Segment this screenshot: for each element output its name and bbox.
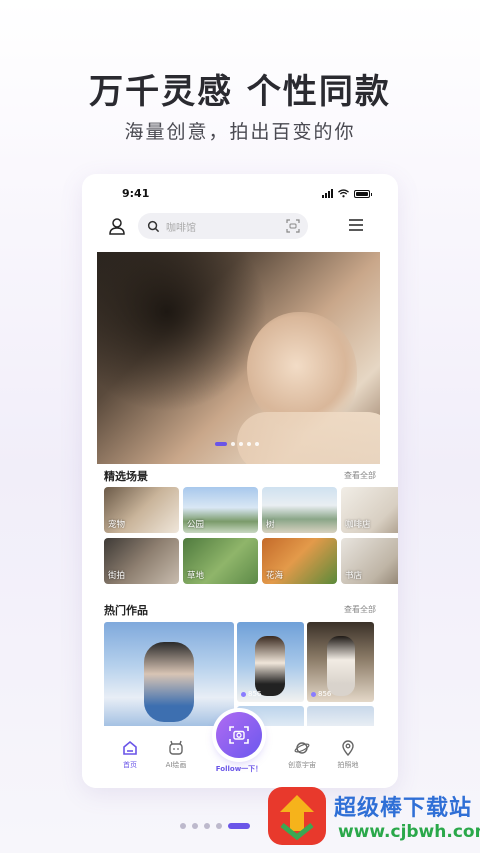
search-bar[interactable]: 咖啡馆 <box>138 213 308 239</box>
scene-label: 宠物 <box>108 520 126 530</box>
hero-banner[interactable] <box>97 252 380 464</box>
scene-card[interactable]: 宠物 <box>104 487 179 533</box>
camera-icon <box>229 726 249 744</box>
hot-title: 热门作品 <box>104 604 148 617</box>
hero-hand <box>237 412 380 464</box>
scene-card[interactable]: 书店 <box>341 538 398 584</box>
user-icon[interactable] <box>107 216 127 236</box>
scene-label: 书店 <box>345 571 363 581</box>
battery-icon <box>354 189 372 198</box>
watermark-url: www.cjbwh.com <box>338 822 480 842</box>
carousel-dots <box>215 442 259 446</box>
scene-label: 公园 <box>187 520 205 530</box>
scene-card[interactable]: 街拍 <box>104 538 179 584</box>
scene-label: 草地 <box>187 571 205 581</box>
page-dot[interactable] <box>180 823 186 829</box>
like-count: 856 <box>241 690 261 698</box>
scene-card[interactable]: 花海 <box>262 538 337 584</box>
wifi-icon <box>338 189 349 198</box>
tab-ai-label: AI绘画 <box>165 761 187 769</box>
heart-icon <box>311 691 316 697</box>
tab-places[interactable]: 拍照地 <box>326 740 370 770</box>
tab-places-label: 拍照地 <box>337 761 359 769</box>
carousel-dot[interactable] <box>255 442 259 446</box>
scene-label: 树 <box>266 520 275 530</box>
like-count: 856 <box>311 690 331 698</box>
top-bar: 咖啡馆 <box>82 212 398 240</box>
tab-home[interactable]: 首页 <box>108 740 152 770</box>
page-dot[interactable] <box>216 823 222 829</box>
home-icon <box>123 740 137 755</box>
tab-ai[interactable]: AI绘画 <box>154 740 198 770</box>
status-time: 9:41 <box>122 187 150 200</box>
signal-icon <box>322 189 333 198</box>
search-icon <box>147 220 160 232</box>
scene-label: 花海 <box>266 571 284 581</box>
work-card[interactable]: 856 <box>237 622 304 702</box>
tab-universe-label: 创意宇宙 <box>288 761 316 769</box>
camera-label: Follow一下！ <box>215 765 263 773</box>
page-dot[interactable] <box>192 823 198 829</box>
hot-more-link[interactable]: 查看全部 <box>344 604 376 615</box>
scene-label: 街拍 <box>108 571 126 581</box>
work-card[interactable] <box>104 622 234 730</box>
planet-icon <box>294 742 310 754</box>
scene-card[interactable]: 草地 <box>183 538 258 584</box>
heart-icon <box>241 691 246 697</box>
location-pin-icon <box>342 740 354 756</box>
work-figure <box>327 636 355 696</box>
watermark-logo-icon <box>268 787 326 845</box>
page-indicator <box>180 823 250 829</box>
scene-label: 咖啡店 <box>345 520 371 530</box>
featured-more-link[interactable]: 查看全部 <box>344 470 376 481</box>
carousel-dot[interactable] <box>231 442 235 446</box>
tab-bar: 首页 AI绘画 Follow一下！ 创意宇宙 拍照地 <box>82 712 398 788</box>
featured-title: 精选场景 <box>104 470 148 483</box>
carousel-dot[interactable] <box>215 442 227 446</box>
ai-paint-icon <box>169 740 183 755</box>
carousel-dot[interactable] <box>247 442 251 446</box>
scene-card[interactable]: 咖啡店 <box>341 487 398 533</box>
work-figure <box>255 636 285 696</box>
page-dot[interactable] <box>204 823 210 829</box>
subline: 海量创意，拍出百变的你 <box>124 121 356 143</box>
headline: 万千灵感 个性同款 <box>89 72 391 112</box>
status-bar: 9:41 <box>82 186 398 202</box>
status-icons <box>322 189 372 198</box>
work-card[interactable]: 856 <box>307 622 374 702</box>
phone-mockup: 9:41 咖啡馆 精选场景 查看全部 宠物 公园 树 咖啡店 街拍 草地 花海 … <box>82 174 398 788</box>
watermark-name: 超级棒下载站 <box>334 796 473 821</box>
menu-icon[interactable] <box>348 218 364 232</box>
featured-grid: 宠物 公园 树 咖啡店 街拍 草地 花海 书店 <box>89 487 398 597</box>
carousel-dot[interactable] <box>239 442 243 446</box>
scene-card[interactable]: 公园 <box>183 487 258 533</box>
scan-icon[interactable] <box>286 219 300 233</box>
work-figure <box>144 642 194 722</box>
scene-card[interactable]: 树 <box>262 487 337 533</box>
search-input[interactable]: 咖啡馆 <box>166 219 196 234</box>
tab-universe[interactable]: 创意宇宙 <box>280 740 324 770</box>
camera-button[interactable] <box>216 712 262 758</box>
hero-hair <box>97 252 267 412</box>
hot-header: 热门作品 查看全部 <box>97 600 380 618</box>
tab-home-label: 首页 <box>123 761 137 769</box>
page-dot[interactable] <box>228 823 250 829</box>
featured-header: 精选场景 查看全部 <box>97 466 380 484</box>
